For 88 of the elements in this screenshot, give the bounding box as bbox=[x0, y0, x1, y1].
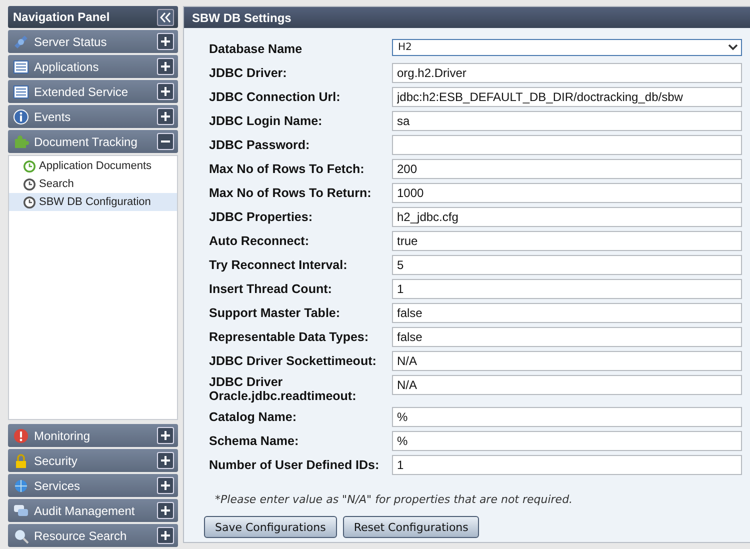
plus-icon bbox=[161, 87, 170, 96]
note-text: *Please enter value as "N/A" for properties that are not required. bbox=[215, 493, 574, 506]
expand-toggle[interactable] bbox=[157, 477, 174, 494]
clock-icon bbox=[23, 178, 36, 190]
nav-section[interactable]: Audit Management bbox=[8, 499, 178, 522]
expand-toggle[interactable] bbox=[157, 527, 174, 544]
input-field[interactable]: % bbox=[392, 431, 742, 451]
input-field[interactable]: jdbc:h2:ESB_DEFAULT_DB_DIR/doctracking_db/sbw bbox=[392, 87, 742, 107]
nav-title: Navigation Panel bbox=[13, 10, 110, 24]
expand-toggle[interactable] bbox=[157, 427, 174, 444]
field-label: Number of User Defined IDs: bbox=[209, 458, 380, 472]
input-field[interactable]: 1 bbox=[392, 455, 742, 475]
info-icon bbox=[13, 108, 29, 124]
field-label: Database Name bbox=[209, 42, 304, 56]
plus-icon bbox=[161, 62, 170, 71]
nav-section[interactable]: Events bbox=[8, 105, 178, 128]
list-icon bbox=[13, 84, 29, 100]
input-field[interactable]: 1 bbox=[392, 279, 742, 299]
field-label: JDBC Connection Url: bbox=[209, 90, 342, 104]
input-field[interactable]: % bbox=[392, 407, 742, 427]
input-field[interactable]: N/A bbox=[392, 375, 742, 395]
input-field[interactable]: N/A bbox=[392, 351, 742, 371]
expand-toggle[interactable] bbox=[157, 83, 174, 100]
field-label: Schema Name: bbox=[209, 434, 300, 448]
action-button[interactable]: Save Configurations bbox=[204, 516, 337, 538]
nav-section[interactable]: Monitoring bbox=[8, 424, 178, 447]
plus-icon bbox=[161, 531, 170, 540]
input-field[interactable]: false bbox=[392, 327, 742, 347]
nav-section[interactable]: Resource Search bbox=[8, 524, 178, 547]
clock-icon bbox=[23, 160, 36, 172]
action-button[interactable]: Reset Configurations bbox=[342, 516, 480, 538]
plus-icon bbox=[161, 506, 170, 515]
field-label: Representable Data Types: bbox=[209, 330, 370, 344]
tree-item[interactable]: Search bbox=[9, 175, 177, 193]
expand-toggle[interactable] bbox=[157, 502, 174, 519]
collapse-toggle[interactable] bbox=[157, 133, 174, 150]
input-field[interactable]: sa bbox=[392, 111, 742, 131]
nav-section[interactable]: Security bbox=[8, 449, 178, 472]
field-label: Try Reconnect Interval: bbox=[209, 258, 348, 272]
chat-icon bbox=[13, 502, 29, 518]
field-label: JDBC Driver Oracle.jdbc.readtimeout: bbox=[209, 375, 358, 403]
field-label: Max No of Rows To Return: bbox=[209, 186, 372, 200]
input-field[interactable] bbox=[392, 135, 742, 155]
magnifier-icon bbox=[13, 528, 29, 544]
field-label: JDBC Login Name: bbox=[209, 114, 324, 128]
globe-icon bbox=[13, 478, 29, 494]
plus-icon bbox=[161, 112, 170, 121]
plus-icon bbox=[161, 431, 170, 440]
field-label: Insert Thread Count: bbox=[209, 282, 333, 296]
expand-toggle[interactable] bbox=[157, 108, 174, 125]
input-field[interactable]: true bbox=[392, 231, 742, 251]
field-label: JDBC Driver Sockettimeout: bbox=[209, 354, 378, 368]
plus-icon bbox=[161, 481, 170, 490]
clock-icon bbox=[23, 196, 36, 208]
nav-section[interactable]: Extended Service bbox=[8, 80, 178, 103]
input-field[interactable]: 200 bbox=[392, 159, 742, 179]
input-field[interactable]: org.h2.Driver bbox=[392, 63, 742, 83]
tree-item[interactable]: SBW DB Configuration bbox=[9, 193, 177, 211]
expand-toggle[interactable] bbox=[157, 58, 174, 75]
puzzle-icon bbox=[13, 134, 29, 150]
plus-icon bbox=[161, 456, 170, 465]
expand-toggle[interactable] bbox=[157, 33, 174, 50]
field-label: Catalog Name: bbox=[209, 410, 298, 424]
tree-item[interactable]: Application Documents bbox=[9, 157, 177, 175]
panel-title: SBW DB Settings bbox=[192, 10, 292, 24]
plug-icon bbox=[13, 34, 29, 50]
nav-section[interactable]: Applications bbox=[8, 55, 178, 78]
field-label: Auto Reconnect: bbox=[209, 234, 310, 248]
alert-icon bbox=[13, 428, 29, 444]
nav-section[interactable]: Server Status bbox=[8, 30, 178, 53]
padlock-icon bbox=[13, 452, 29, 468]
nav-section[interactable]: Document Tracking bbox=[8, 130, 178, 153]
input-field[interactable]: false bbox=[392, 303, 742, 323]
collapse-panel-button[interactable] bbox=[157, 8, 174, 26]
nav-section[interactable]: Services bbox=[8, 474, 178, 497]
field-label: JDBC Password: bbox=[209, 138, 311, 152]
select-field[interactable]: H2 bbox=[392, 39, 742, 56]
plus-icon bbox=[161, 37, 170, 46]
list-icon bbox=[13, 58, 29, 74]
expand-toggle[interactable] bbox=[157, 452, 174, 469]
field-label: Support Master Table: bbox=[209, 306, 342, 320]
input-field[interactable]: 5 bbox=[392, 255, 742, 275]
input-field[interactable]: h2_jdbc.cfg bbox=[392, 207, 742, 227]
input-field[interactable]: 1000 bbox=[392, 183, 742, 203]
chevron-down-icon bbox=[728, 44, 738, 51]
field-label: JDBC Properties: bbox=[209, 210, 314, 224]
field-label: JDBC Driver: bbox=[209, 66, 288, 80]
field-label: Max No of Rows To Fetch: bbox=[209, 162, 366, 176]
